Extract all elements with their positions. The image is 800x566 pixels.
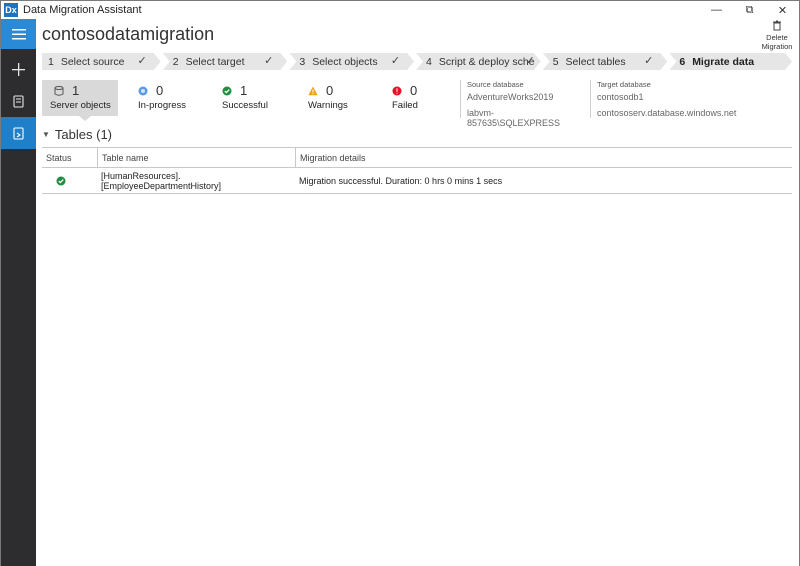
checkmark-icon: ✓ [390, 55, 401, 67]
delete-migration-button[interactable]: Delete Migration [759, 19, 795, 51]
source-database-header: Source database [467, 80, 524, 89]
checkmark-icon: ✓ [644, 55, 654, 67]
successful-label: Successful [222, 100, 268, 111]
server-objects-filter[interactable]: 1 Server objects [42, 80, 118, 116]
source-server-name: labvm-857635\SQLEXPRESS [467, 108, 561, 128]
step-label: Script & deploy sche [438, 55, 535, 68]
trash-icon [773, 20, 781, 31]
failed-label: Failed [392, 100, 418, 111]
step-number: 5 [552, 55, 559, 68]
step-select-objects[interactable]: 3 Select objects ✓ [289, 53, 414, 70]
selection-caret [79, 116, 91, 121]
failed-count: 0 [410, 83, 418, 98]
step-migrate-data[interactable]: 6 Migrate data [669, 53, 792, 70]
grid-header: Status Table name Migration details [42, 148, 792, 168]
step-script-deploy-schema[interactable]: 4 Script & deploy sche ✓ [416, 53, 541, 70]
in-progress-icon [138, 86, 148, 95]
table-row[interactable]: [HumanResources].[EmployeeDepartmentHist… [42, 168, 792, 194]
step-select-target[interactable]: 2 Select target ✓ [163, 53, 288, 70]
error-icon [392, 86, 402, 95]
database-icon [54, 85, 64, 96]
title-bar: Dx Data Migration Assistant — ⧉ ✕ [1, 1, 799, 19]
warnings-filter[interactable]: 0 Warnings [300, 80, 370, 116]
checkmark-icon: ✓ [264, 55, 274, 67]
app-logo-icon: Dx [4, 3, 18, 17]
step-label: Migrate data [692, 55, 755, 68]
row-status [42, 168, 97, 193]
in-progress-label: In-progress [138, 100, 187, 111]
left-nav [1, 19, 36, 566]
wizard-steps: 1 Select source ✓ 2 Select target ✓ 3 Se… [42, 53, 794, 70]
successful-count: 1 [240, 83, 248, 98]
step-label: Select tables [565, 55, 626, 68]
column-header-status[interactable]: Status [42, 148, 97, 167]
close-button[interactable]: ✕ [766, 1, 799, 19]
step-label: Select target [185, 55, 245, 68]
target-server-name: contososerv.database.windows.net [597, 108, 737, 118]
migration-title: contosodatamigration [42, 24, 215, 44]
tables-grid: Status Table name Migration details [Hum… [42, 147, 792, 194]
checkmark-icon: ✓ [137, 55, 147, 67]
checkmark-icon: ✓ [525, 55, 535, 67]
warnings-label: Warnings [308, 100, 348, 111]
step-number: 3 [299, 55, 306, 68]
migration-icon[interactable] [1, 117, 36, 149]
plus-icon[interactable] [1, 53, 36, 85]
warnings-count: 0 [326, 83, 334, 98]
column-header-migration-details[interactable]: Migration details [295, 148, 792, 167]
target-database-name: contosodb1 [597, 92, 644, 102]
step-number: 1 [48, 55, 54, 68]
row-table-name: [HumanResources].[EmployeeDepartmentHist… [101, 170, 222, 191]
in-progress-count: 0 [156, 83, 164, 98]
step-number: 4 [426, 55, 432, 68]
migration-summary: 1 Server objects 0 In-progress 1 Success… [42, 80, 800, 128]
failed-filter[interactable]: 0 Failed [384, 80, 444, 116]
assessment-icon[interactable] [1, 85, 36, 117]
source-database-name: AdventureWorks2019 [467, 92, 554, 102]
server-objects-label: Server objects [50, 100, 111, 111]
step-label: Select objects [312, 55, 378, 68]
chevron-down-icon: ▼ [42, 130, 50, 139]
delete-label: Delete [766, 33, 788, 42]
minimize-button[interactable]: — [700, 1, 733, 19]
warning-icon [308, 86, 318, 95]
successful-filter[interactable]: 1 Successful [214, 80, 284, 116]
step-label: Select source [60, 55, 125, 68]
source-database-info: Source database AdventureWorks2019 labvm… [460, 80, 586, 128]
row-migration-details: Migration successful. Duration: 0 hrs 0 … [299, 175, 503, 186]
step-select-source[interactable]: 1 Select source ✓ [42, 53, 161, 70]
tables-section-title: Tables (1) [54, 127, 112, 142]
step-number: 2 [172, 55, 179, 68]
maximize-button[interactable]: ⧉ [733, 1, 766, 19]
hamburger-menu-icon[interactable] [1, 19, 36, 49]
success-check-icon [222, 86, 232, 95]
app-window: Dx Data Migration Assistant — ⧉ ✕ contos… [0, 0, 800, 566]
window-controls: — ⧉ ✕ [700, 1, 799, 19]
target-database-info: Target database contosodb1 contososerv.d… [590, 80, 760, 118]
migration-label: Migration [761, 42, 793, 51]
column-header-table-name[interactable]: Table name [97, 148, 295, 167]
main-panel: contosodatamigration Delete Migration 1 … [36, 19, 799, 566]
in-progress-filter[interactable]: 0 In-progress [130, 80, 200, 116]
tables-section-toggle[interactable]: ▼ Tables (1) [42, 127, 112, 142]
app-title: Data Migration Assistant [23, 4, 142, 16]
step-number: 6 [679, 55, 686, 68]
step-select-tables[interactable]: 5 Select tables ✓ [543, 53, 668, 70]
server-objects-count: 1 [72, 83, 80, 98]
target-database-header: Target database [597, 80, 651, 89]
success-check-icon [56, 176, 66, 185]
